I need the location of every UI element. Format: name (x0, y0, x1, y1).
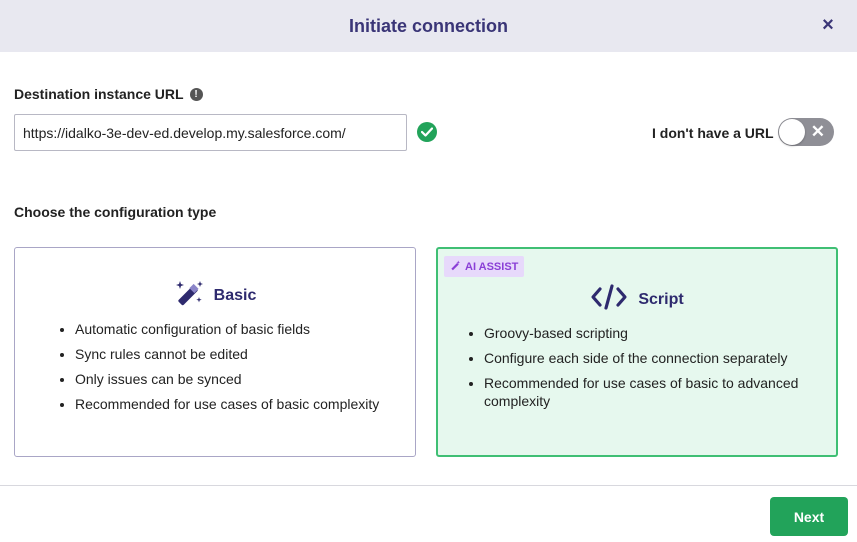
next-button[interactable]: Next (770, 497, 848, 536)
no-url-toggle[interactable]: ✕ (778, 118, 834, 146)
card-header: Basic (15, 278, 415, 313)
list-item: Recommended for use cases of basic to ad… (484, 374, 816, 410)
toggle-knob (779, 119, 805, 145)
list-item: Recommended for use cases of basic compl… (75, 395, 395, 413)
list-item: Configure each side of the connection se… (484, 349, 816, 367)
list-item: Automatic configuration of basic fields (75, 320, 395, 338)
card-title: Script (638, 290, 684, 308)
dialog-title: Initiate connection (348, 15, 508, 36)
list-item: Sync rules cannot be edited (75, 345, 395, 363)
config-option-script[interactable]: AI ASSIST Script Groovy-based scripting … (436, 247, 838, 457)
badge-label: AI ASSIST (465, 260, 519, 273)
footer-divider (0, 485, 857, 486)
code-icon (590, 283, 628, 316)
list-item: Groovy-based scripting (484, 324, 816, 342)
list-item: Only issues can be synced (75, 370, 395, 388)
close-icon[interactable]: × (821, 14, 835, 36)
ai-assist-badge: AI ASSIST (444, 256, 525, 277)
card-title: Basic (213, 286, 257, 304)
destination-url-label-row: Destination instance URL ! (14, 86, 203, 102)
close-icon: ✕ (810, 122, 825, 141)
magic-wand-icon (174, 278, 204, 313)
destination-url-input[interactable] (14, 114, 407, 151)
card-bullets: Automatic configuration of basic fields … (75, 320, 395, 420)
destination-url-label: Destination instance URL (14, 86, 184, 102)
config-option-basic[interactable]: Basic Automatic configuration of basic f… (14, 247, 416, 457)
magic-wand-icon (450, 258, 461, 276)
check-circle-icon (417, 122, 437, 142)
dialog-header: Initiate connection × (0, 0, 857, 52)
no-url-label: I don't have a URL (652, 125, 774, 141)
config-section-title: Choose the configuration type (14, 204, 217, 220)
exclamation-icon[interactable]: ! (189, 87, 203, 101)
card-header: Script (438, 283, 836, 316)
card-bullets: Groovy-based scripting Configure each si… (484, 324, 816, 417)
